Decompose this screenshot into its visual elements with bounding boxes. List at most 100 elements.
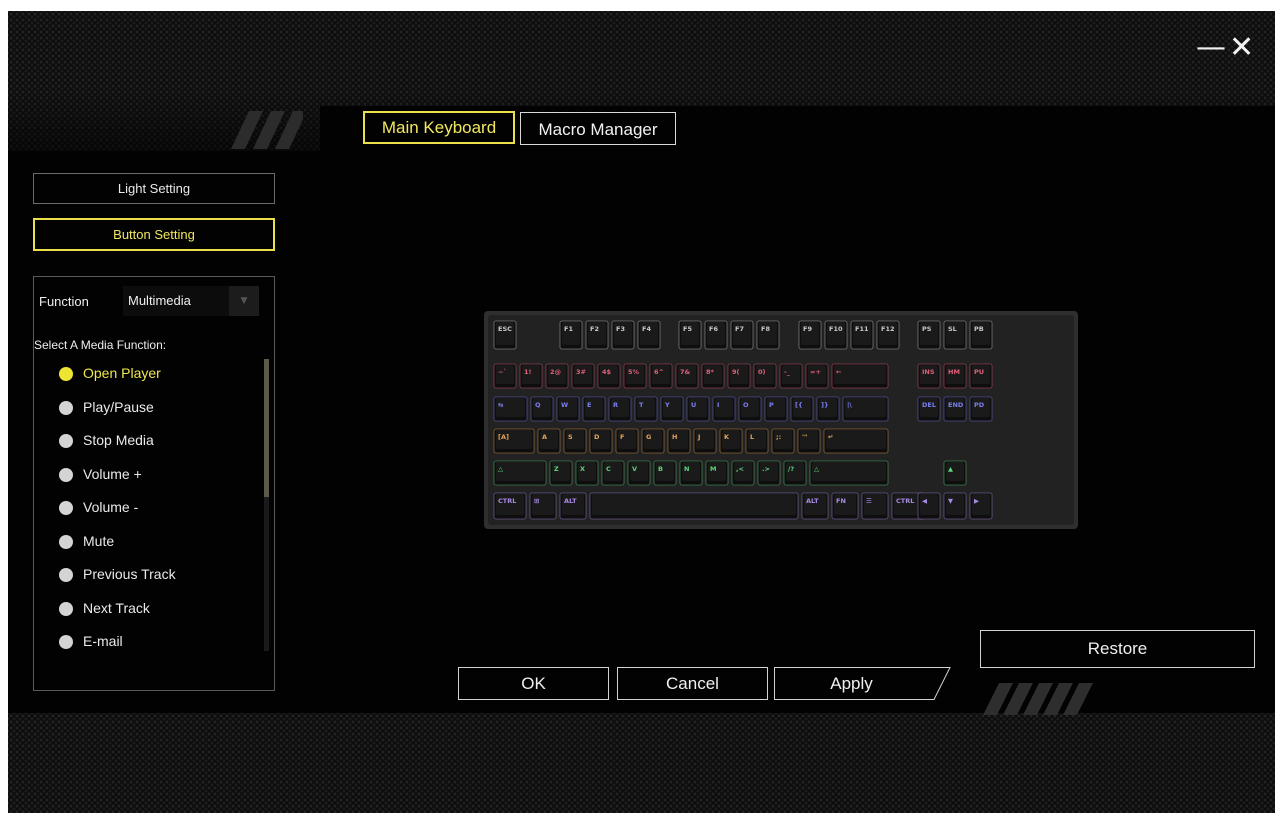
- keyboard-key[interactable]: V: [627, 460, 651, 486]
- tab-macro-manager[interactable]: Macro Manager: [520, 112, 676, 145]
- keyboard-key[interactable]: S: [563, 428, 587, 454]
- keyboard-key[interactable]: Y: [660, 396, 684, 422]
- keyboard-key[interactable]: ↵: [823, 428, 889, 454]
- keyboard-key[interactable]: 5%: [623, 363, 647, 389]
- keyboard-key[interactable]: ←: [831, 363, 889, 389]
- keyboard-key[interactable]: J: [693, 428, 717, 454]
- keyboard-key[interactable]: Q: [530, 396, 554, 422]
- keyboard-key[interactable]: G: [641, 428, 665, 454]
- keyboard-key[interactable]: N: [679, 460, 703, 486]
- keyboard-key[interactable]: ,<: [731, 460, 755, 486]
- keyboard-key[interactable]: F11: [850, 320, 874, 350]
- keyboard-key[interactable]: H: [667, 428, 691, 454]
- keyboard-key[interactable]: CTRL: [493, 492, 527, 520]
- keyboard-key[interactable]: SL: [943, 320, 967, 350]
- keyboard-key[interactable]: A: [537, 428, 561, 454]
- keyboard-key[interactable]: ⇆: [493, 396, 528, 422]
- keyboard-key[interactable]: ]}: [816, 396, 840, 422]
- keyboard-key[interactable]: L: [745, 428, 769, 454]
- keyboard-key[interactable]: 2@: [545, 363, 569, 389]
- keyboard-key[interactable]: △: [493, 460, 547, 486]
- restore-button[interactable]: Restore: [980, 630, 1255, 668]
- keyboard-key[interactable]: PS: [917, 320, 941, 350]
- keyboard-key[interactable]: ▼: [943, 492, 967, 520]
- keyboard-key[interactable]: R: [608, 396, 632, 422]
- keyboard-key[interactable]: ▶: [969, 492, 993, 520]
- minimize-icon[interactable]: —: [1196, 33, 1226, 63]
- keyboard-key[interactable]: F1: [559, 320, 583, 350]
- keyboard-key[interactable]: T: [634, 396, 658, 422]
- keyboard-key[interactable]: END: [943, 396, 967, 422]
- keyboard-key[interactable]: DEL: [917, 396, 941, 422]
- keyboard-key[interactable]: PD: [969, 396, 993, 422]
- keyboard-key[interactable]: =+: [805, 363, 829, 389]
- keyboard-key[interactable]: F10: [824, 320, 848, 350]
- keyboard-key[interactable]: [589, 492, 799, 520]
- keyboard-key[interactable]: HM: [943, 363, 967, 389]
- keyboard-image: ESC F1 F2 F3 F4 F5 F6 F7 F8 F9 F10 F11 F12 PS SL PB~` 1!…: [484, 311, 1078, 529]
- keyboard-key[interactable]: U: [686, 396, 710, 422]
- keyboard-key[interactable]: 3#: [571, 363, 595, 389]
- keyboard-key[interactable]: F12: [876, 320, 900, 350]
- button-setting-button[interactable]: Button Setting: [33, 218, 275, 251]
- keyboard-key[interactable]: ◀: [917, 492, 941, 520]
- keyboard-key[interactable]: ALT: [559, 492, 587, 520]
- keyboard-key[interactable]: [A]: [493, 428, 535, 454]
- keyboard-key[interactable]: X: [575, 460, 599, 486]
- keyboard-key[interactable]: F5: [678, 320, 702, 350]
- keyboard-key[interactable]: |\: [842, 396, 889, 422]
- keyboard-key[interactable]: ~`: [493, 363, 517, 389]
- keyboard-key[interactable]: F9: [798, 320, 822, 350]
- tab-main-keyboard[interactable]: Main Keyboard: [363, 111, 515, 144]
- keyboard-key[interactable]: .>: [757, 460, 781, 486]
- apply-button[interactable]: Apply: [774, 667, 951, 700]
- keyboard-key[interactable]: ALT: [801, 492, 829, 520]
- keyboard-key[interactable]: C: [601, 460, 625, 486]
- ok-button[interactable]: OK: [458, 667, 609, 700]
- keyboard-key[interactable]: ☰: [861, 492, 889, 520]
- keyboard-key[interactable]: FN: [831, 492, 859, 520]
- keyboard-key[interactable]: △: [809, 460, 889, 486]
- keyboard-key[interactable]: -_: [779, 363, 803, 389]
- keyboard-key[interactable]: INS: [917, 363, 941, 389]
- keyboard-key[interactable]: ▲: [943, 460, 967, 486]
- keyboard-key[interactable]: M: [705, 460, 729, 486]
- keyboard-key[interactable]: 9(: [727, 363, 751, 389]
- keyboard-key[interactable]: F4: [637, 320, 661, 350]
- keyboard-key[interactable]: E: [582, 396, 606, 422]
- keyboard-key[interactable]: O: [738, 396, 762, 422]
- keyboard-key[interactable]: ⊞: [529, 492, 557, 520]
- function-dropdown[interactable]: Multimedia ▼: [123, 286, 259, 316]
- keyboard-key[interactable]: PB: [969, 320, 993, 350]
- light-setting-button[interactable]: Light Setting: [33, 173, 275, 204]
- keyboard-key[interactable]: P: [764, 396, 788, 422]
- keyboard-key[interactable]: F3: [611, 320, 635, 350]
- keyboard-key[interactable]: [{: [790, 396, 814, 422]
- cancel-button[interactable]: Cancel: [617, 667, 768, 700]
- keyboard-key[interactable]: 0): [753, 363, 777, 389]
- keyboard-key[interactable]: F2: [585, 320, 609, 350]
- keyboard-key[interactable]: ;:: [771, 428, 795, 454]
- keyboard-key[interactable]: 6^: [649, 363, 673, 389]
- keyboard-key[interactable]: F6: [704, 320, 728, 350]
- keyboard-key[interactable]: F7: [730, 320, 754, 350]
- keyboard-key[interactable]: 1!: [519, 363, 543, 389]
- close-icon[interactable]: ✕: [1229, 33, 1254, 63]
- keyboard-key[interactable]: '": [797, 428, 821, 454]
- keyboard-key[interactable]: W: [556, 396, 580, 422]
- keyboard-key[interactable]: K: [719, 428, 743, 454]
- keyboard-key[interactable]: I: [712, 396, 736, 422]
- keyboard-key[interactable]: Z: [549, 460, 573, 486]
- keyboard-key[interactable]: D: [589, 428, 613, 454]
- keyboard-key[interactable]: ESC: [493, 320, 517, 350]
- keyboard-key[interactable]: B: [653, 460, 677, 486]
- key-label: 3#: [576, 368, 586, 376]
- keyboard-key[interactable]: 4$: [597, 363, 621, 389]
- keyboard-key[interactable]: 7&: [675, 363, 699, 389]
- keyboard-key[interactable]: F: [615, 428, 639, 454]
- scrollbar-thumb[interactable]: [264, 359, 269, 497]
- keyboard-key[interactable]: /?: [783, 460, 807, 486]
- keyboard-key[interactable]: 8*: [701, 363, 725, 389]
- keyboard-key[interactable]: F8: [756, 320, 780, 350]
- keyboard-key[interactable]: PU: [969, 363, 993, 389]
